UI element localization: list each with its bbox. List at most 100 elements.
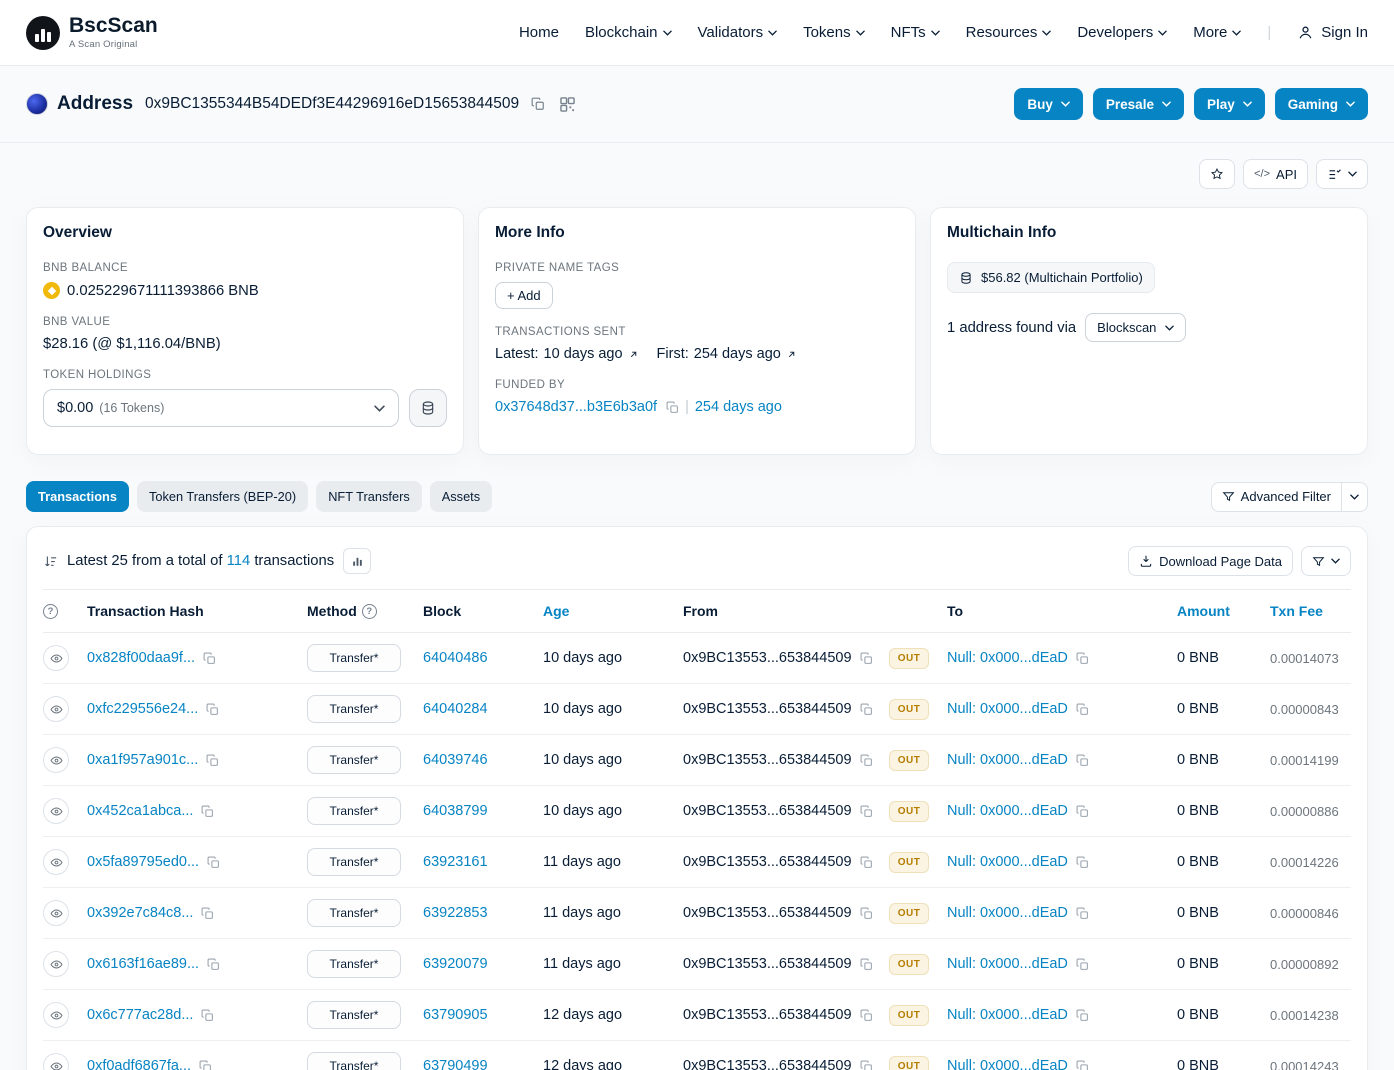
block-link[interactable]: 64038799 bbox=[423, 803, 488, 819]
tx-preview-eye-button[interactable] bbox=[43, 1002, 69, 1028]
to-address-link[interactable]: Null: 0x000...dEaD bbox=[947, 956, 1068, 972]
play-button[interactable]: Play bbox=[1194, 88, 1265, 120]
column-txn-fee-toggle[interactable]: Txn Fee bbox=[1270, 603, 1351, 619]
nav-item-tokens[interactable]: Tokens bbox=[803, 24, 865, 41]
to-address-link[interactable]: Null: 0x000...dEaD bbox=[947, 905, 1068, 921]
nav-item-validators[interactable]: Validators bbox=[698, 24, 778, 41]
copy-to-address-button[interactable] bbox=[1073, 1060, 1089, 1070]
token-holdings-select[interactable]: $0.00 (16 Tokens) bbox=[43, 389, 399, 427]
from-address[interactable]: 0x9BC13553...653844509 bbox=[683, 803, 852, 819]
copy-to-address-button[interactable] bbox=[1073, 703, 1089, 716]
tx-preview-eye-button[interactable] bbox=[43, 747, 69, 773]
gaming-button[interactable]: Gaming bbox=[1275, 88, 1368, 120]
tx-hash-link[interactable]: 0x6163f16ae89... bbox=[87, 956, 199, 972]
funded-by-address-link[interactable]: 0x37648d37...b3E6b3a0f bbox=[495, 399, 657, 415]
to-address-link[interactable]: Null: 0x000...dEaD bbox=[947, 854, 1068, 870]
method-badge[interactable]: Transfer* bbox=[307, 1052, 401, 1070]
copy-tx-hash-button[interactable] bbox=[196, 1060, 212, 1070]
method-badge[interactable]: Transfer* bbox=[307, 695, 401, 723]
nav-item-blockchain[interactable]: Blockchain bbox=[585, 24, 672, 41]
copy-tx-hash-button[interactable] bbox=[198, 907, 214, 920]
add-name-tag-button[interactable]: + Add bbox=[495, 282, 553, 309]
block-link[interactable]: 64040284 bbox=[423, 701, 488, 717]
funding-tx-link[interactable]: 254 days ago bbox=[695, 399, 782, 415]
method-badge[interactable]: Transfer* bbox=[307, 899, 401, 927]
download-page-data-button[interactable]: Download Page Data bbox=[1128, 546, 1293, 576]
tx-hash-link[interactable]: 0xfc229556e24... bbox=[87, 701, 198, 717]
blockscan-select[interactable]: Blockscan bbox=[1085, 313, 1186, 342]
copy-tx-hash-button[interactable] bbox=[198, 1009, 214, 1022]
favorite-button[interactable] bbox=[1199, 159, 1235, 189]
copy-to-address-button[interactable] bbox=[1073, 907, 1089, 920]
nav-item-resources[interactable]: Resources bbox=[966, 24, 1052, 41]
buy-button[interactable]: Buy bbox=[1014, 88, 1083, 120]
copy-from-address-button[interactable] bbox=[857, 754, 873, 767]
tx-preview-eye-button[interactable] bbox=[43, 849, 69, 875]
address-value[interactable]: 0x9BC1355344B54DEDf3E44296916eD156538445… bbox=[145, 95, 519, 113]
tx-hash-link[interactable]: 0x6c777ac28d... bbox=[87, 1007, 193, 1023]
tx-preview-eye-button[interactable] bbox=[43, 900, 69, 926]
from-address[interactable]: 0x9BC13553...653844509 bbox=[683, 1058, 852, 1070]
copy-to-address-button[interactable] bbox=[1073, 1009, 1089, 1022]
tx-preview-eye-button[interactable] bbox=[43, 951, 69, 977]
copy-from-address-button[interactable] bbox=[857, 856, 873, 869]
column-amount-toggle[interactable]: Amount bbox=[1177, 603, 1270, 619]
tx-hash-link[interactable]: 0xf0adf6867fa... bbox=[87, 1058, 191, 1070]
copy-to-address-button[interactable] bbox=[1073, 652, 1089, 665]
to-address-link[interactable]: Null: 0x000...dEaD bbox=[947, 1058, 1068, 1070]
advanced-filter-button[interactable]: Advanced Filter bbox=[1211, 482, 1342, 512]
tx-hash-link[interactable]: 0xa1f957a901c... bbox=[87, 752, 198, 768]
copy-to-address-button[interactable] bbox=[1073, 856, 1089, 869]
method-badge[interactable]: Transfer* bbox=[307, 848, 401, 876]
from-address[interactable]: 0x9BC13553...653844509 bbox=[683, 650, 852, 666]
copy-to-address-button[interactable] bbox=[1073, 754, 1089, 767]
copy-from-address-button[interactable] bbox=[857, 652, 873, 665]
block-link[interactable]: 63923161 bbox=[423, 854, 488, 870]
tab-token-transfers-bep20[interactable]: Token Transfers (BEP-20) bbox=[137, 481, 308, 512]
block-link[interactable]: 63922853 bbox=[423, 905, 488, 921]
method-badge[interactable]: Transfer* bbox=[307, 1001, 401, 1029]
tx-preview-eye-button[interactable] bbox=[43, 798, 69, 824]
first-tx-link[interactable]: 254 days ago bbox=[694, 346, 781, 362]
nav-item-nfts[interactable]: NFTs bbox=[891, 24, 940, 41]
multichain-portfolio-button[interactable]: $56.82 (Multichain Portfolio) bbox=[947, 262, 1155, 293]
from-address[interactable]: 0x9BC13553...653844509 bbox=[683, 905, 852, 921]
to-address-link[interactable]: Null: 0x000...dEaD bbox=[947, 752, 1068, 768]
from-address[interactable]: 0x9BC13553...653844509 bbox=[683, 1007, 852, 1023]
copy-to-address-button[interactable] bbox=[1073, 805, 1089, 818]
copy-address-button[interactable] bbox=[528, 95, 548, 113]
method-badge[interactable]: Transfer* bbox=[307, 644, 401, 672]
tab-assets[interactable]: Assets bbox=[430, 481, 492, 512]
from-address[interactable]: 0x9BC13553...653844509 bbox=[683, 752, 852, 768]
from-address[interactable]: 0x9BC13553...653844509 bbox=[683, 956, 852, 972]
copy-from-address-button[interactable] bbox=[857, 805, 873, 818]
to-address-link[interactable]: Null: 0x000...dEaD bbox=[947, 701, 1068, 717]
copy-from-address-button[interactable] bbox=[857, 1009, 873, 1022]
block-link[interactable]: 63790905 bbox=[423, 1007, 488, 1023]
copy-funder-address-button[interactable] bbox=[663, 401, 679, 414]
help-icon[interactable]: ? bbox=[362, 604, 377, 619]
view-options-button[interactable] bbox=[1316, 159, 1368, 189]
copy-from-address-button[interactable] bbox=[857, 703, 873, 716]
tx-hash-link[interactable]: 0x452ca1abca... bbox=[87, 803, 193, 819]
from-address[interactable]: 0x9BC13553...653844509 bbox=[683, 701, 852, 717]
copy-tx-hash-button[interactable] bbox=[204, 856, 220, 869]
transaction-count-link[interactable]: 114 bbox=[227, 553, 251, 569]
tx-preview-eye-button[interactable] bbox=[43, 1053, 69, 1070]
presale-button[interactable]: Presale bbox=[1093, 88, 1184, 120]
nav-item-developers[interactable]: Developers bbox=[1077, 24, 1167, 41]
copy-tx-hash-button[interactable] bbox=[203, 703, 219, 716]
to-address-link[interactable]: Null: 0x000...dEaD bbox=[947, 650, 1068, 666]
table-filter-button[interactable] bbox=[1301, 546, 1351, 576]
block-link[interactable]: 64039746 bbox=[423, 752, 488, 768]
nav-item-home[interactable]: Home bbox=[519, 24, 559, 41]
copy-from-address-button[interactable] bbox=[857, 958, 873, 971]
copy-tx-hash-button[interactable] bbox=[198, 805, 214, 818]
tab-transactions[interactable]: Transactions bbox=[26, 481, 129, 512]
column-age-toggle[interactable]: Age bbox=[543, 603, 683, 619]
tx-chart-button[interactable] bbox=[343, 548, 371, 574]
tx-preview-eye-button[interactable] bbox=[43, 696, 69, 722]
tx-preview-eye-button[interactable] bbox=[43, 645, 69, 671]
sign-in-button[interactable]: Sign In bbox=[1297, 24, 1368, 41]
qr-code-button[interactable] bbox=[557, 95, 578, 114]
